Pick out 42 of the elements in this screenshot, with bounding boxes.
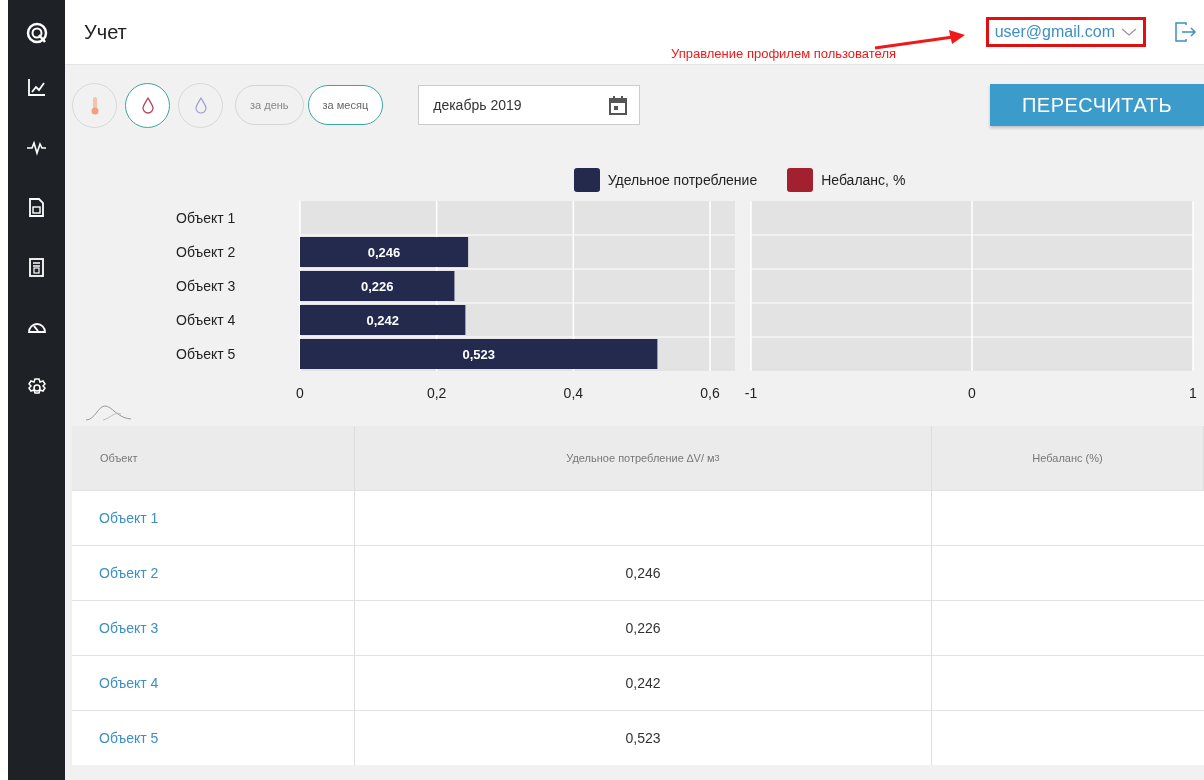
axis-tick-label: -1 <box>744 385 758 401</box>
recalculate-button[interactable]: ПЕРЕСЧИТАТЬ <box>990 84 1204 126</box>
axis-tick-label: 0 <box>296 385 304 401</box>
page-title: Учет <box>84 20 127 44</box>
category-label: Объект 4 <box>176 312 236 328</box>
legend-label: Удельное потребление <box>607 172 758 188</box>
bar-value-label: 0,242 <box>366 313 399 328</box>
calendar-icon[interactable] <box>608 95 629 115</box>
user-menu[interactable]: user@gmail.com <box>985 17 1146 47</box>
object-link[interactable]: Объект 2 <box>99 565 159 581</box>
period-toggle[interactable]: за день <box>235 85 304 125</box>
chevron-down-icon <box>1121 27 1137 37</box>
category-label: Объект 5 <box>176 346 236 362</box>
logout-icon[interactable] <box>1174 21 1196 43</box>
bar-value-label: 0,523 <box>462 347 495 362</box>
logo-icon[interactable] <box>25 22 48 44</box>
table-cell: 0,226 <box>355 600 932 655</box>
table-cell: 0,523 <box>355 710 932 765</box>
category-label: Объект 2 <box>176 244 236 260</box>
legend-label: Небаланс, % <box>821 172 906 188</box>
column-header: Объект <box>72 426 355 490</box>
chart-icon[interactable] <box>25 77 48 99</box>
bar-value-label: 0,246 <box>367 245 401 260</box>
annotation-text: Управление профилем пользователя <box>671 46 897 61</box>
table-cell: 0,246 <box>355 545 932 600</box>
axis-tick-label: 0,2 <box>426 385 447 401</box>
category-label: Объект 1 <box>176 210 236 226</box>
axis-tick-label: 1 <box>1189 385 1197 401</box>
bar-value-label: 0,226 <box>360 279 394 294</box>
category-label: Объект 3 <box>176 278 236 294</box>
resource-toggle[interactable] <box>125 82 170 128</box>
axis-tick-label: 0 <box>968 385 976 401</box>
axis-tick-label: 0,4 <box>563 385 584 401</box>
object-link[interactable]: Объект 3 <box>99 620 159 636</box>
date-field[interactable]: декабрь 2019 <box>418 85 641 125</box>
object-link[interactable]: Объект 4 <box>99 675 159 691</box>
period-toggle[interactable]: за месяц <box>307 85 384 125</box>
object-link[interactable]: Объект 1 <box>99 510 159 526</box>
column-header: Небаланс (%) <box>932 426 1204 490</box>
object-link[interactable]: Объект 5 <box>99 730 159 746</box>
axis-tick-label: 0,6 <box>700 385 720 401</box>
table-cell: 0,242 <box>355 655 932 710</box>
